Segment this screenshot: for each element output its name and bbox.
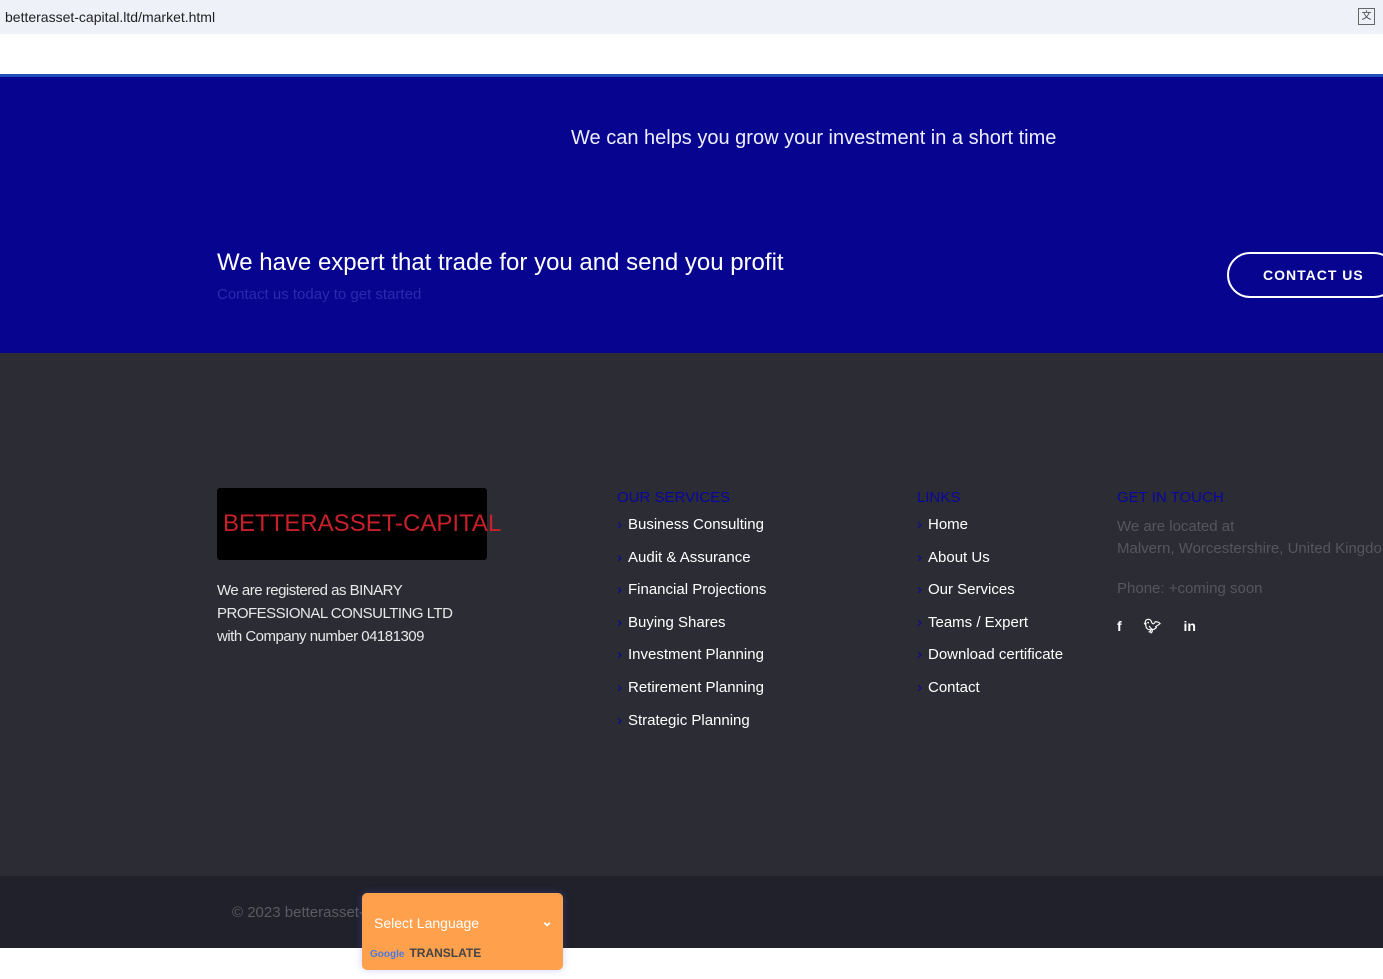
translate-icon[interactable]: 文	[1358, 8, 1375, 25]
cta-subtext: Contact us today to get started	[217, 286, 422, 303]
facebook-icon[interactable]: f	[1117, 618, 1122, 634]
social-links: f 🐦︎ in	[1117, 618, 1383, 635]
footer-link[interactable]: Contact	[917, 679, 1063, 712]
contact-column: GET IN TOUCH We are located at Malvern, …	[1117, 489, 1383, 635]
cta-section: We can helps you grow your investment in…	[0, 77, 1383, 353]
footer-bottom: © 2023 betterasset-c	[0, 876, 1383, 948]
footer-link[interactable]: About Us	[917, 549, 1063, 582]
service-link[interactable]: Audit & Assurance	[617, 549, 766, 582]
footer: BETTERASSET-CAPITAL We are registered as…	[0, 353, 1383, 876]
phone: Phone: +coming soon	[1117, 580, 1263, 597]
linkedin-icon[interactable]: in	[1183, 618, 1195, 634]
contact-title: GET IN TOUCH	[1117, 489, 1224, 506]
url-text: betterasset-capital.ltd/market.html	[5, 9, 216, 25]
service-link[interactable]: Business Consulting	[617, 516, 766, 549]
footer-link[interactable]: Download certificate	[917, 646, 1063, 679]
twitter-icon[interactable]: 🐦︎	[1144, 618, 1162, 634]
links-title: LINKS	[917, 489, 961, 506]
service-link[interactable]: Buying Shares	[617, 614, 766, 647]
footer-link[interactable]: Home	[917, 516, 1063, 549]
services-column: OUR SERVICES Business Consulting Audit &…	[617, 489, 766, 744]
registration-text: We are registered as BINARY PROFESSIONAL…	[217, 582, 453, 645]
logo[interactable]: BETTERASSET-CAPITAL	[217, 488, 501, 560]
copyright: © 2023 betterasset-c	[232, 904, 372, 921]
tagline: We can helps you grow your investment in…	[571, 127, 1057, 149]
location-label: We are located at	[1117, 518, 1235, 535]
google-translate-branding: Google TRANSLATE	[370, 946, 481, 960]
links-column: LINKS Home About Us Our Services Teams /…	[917, 489, 1063, 712]
address: Malvern, Worcestershire, United Kingdom	[1117, 540, 1383, 557]
services-title: OUR SERVICES	[617, 489, 731, 506]
service-link[interactable]: Investment Planning	[617, 646, 766, 679]
chevron-down-icon[interactable]: ⌄	[541, 913, 553, 930]
select-language[interactable]: Select Language	[374, 915, 479, 931]
address-bar[interactable]: betterasset-capital.ltd/market.html 文	[0, 0, 1383, 34]
contact-us-button[interactable]: CONTACT US	[1227, 252, 1383, 298]
google-logo: Google	[370, 949, 405, 960]
footer-link[interactable]: Teams / Expert	[917, 614, 1063, 647]
service-link[interactable]: Strategic Planning	[617, 712, 766, 745]
language-selector[interactable]: Select Language ⌄ Google TRANSLATE	[362, 893, 563, 970]
translate-label: TRANSLATE	[409, 946, 482, 960]
service-link[interactable]: Retirement Planning	[617, 679, 766, 712]
footer-link[interactable]: Our Services	[917, 581, 1063, 614]
cta-headline: We have expert that trade for you and se…	[217, 249, 784, 276]
service-link[interactable]: Financial Projections	[617, 581, 766, 614]
